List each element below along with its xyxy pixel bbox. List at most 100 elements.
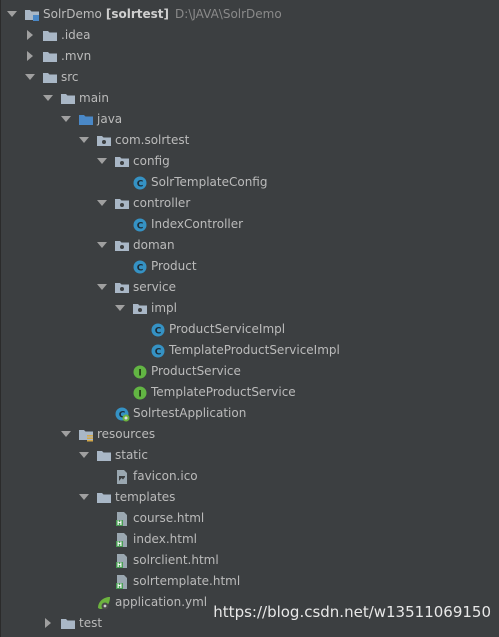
tree-node[interactable]: impl [0, 298, 499, 319]
folder-icon [96, 445, 112, 466]
svg-text:C: C [137, 180, 144, 190]
expand-arrow-down-icon[interactable] [96, 193, 108, 214]
tree-node-label: SolrTemplateConfig [151, 175, 268, 189]
tree-node[interactable]: .mvn [0, 46, 499, 67]
spring-boot-class-icon: C [114, 403, 130, 424]
svg-text:H: H [117, 520, 122, 527]
module-folder-icon [24, 4, 40, 25]
watermark: https://blog.csdn.net/w13511069150 [213, 603, 491, 621]
collapse-arrow-right-icon[interactable] [42, 613, 54, 634]
svg-text:H: H [117, 541, 122, 548]
expand-arrow-down-icon[interactable] [60, 109, 72, 130]
package-icon [114, 151, 130, 172]
tree-node[interactable]: SolrDemo [solrtest] D:\JAVA\SolrDemo [0, 4, 499, 25]
expand-arrow-down-icon[interactable] [78, 487, 90, 508]
tree-node-label: service [133, 280, 176, 294]
folder-icon [60, 613, 76, 634]
class-icon: C [150, 319, 166, 340]
expand-arrow-down-icon[interactable] [114, 298, 126, 319]
module-name: [solrtest] [105, 7, 170, 21]
tree-node[interactable]: Hindex.html [0, 529, 499, 550]
tree-node[interactable]: static [0, 445, 499, 466]
tree-node[interactable]: config [0, 151, 499, 172]
expand-arrow-down-icon[interactable] [24, 67, 36, 88]
tree-node-label: favicon.ico [133, 469, 198, 483]
tree-node[interactable]: service [0, 277, 499, 298]
folder-icon [42, 67, 58, 88]
expand-arrow-down-icon[interactable] [96, 277, 108, 298]
html-file-icon: H [114, 508, 130, 529]
interface-icon: I [132, 361, 148, 382]
expand-arrow-down-icon[interactable] [42, 88, 54, 109]
tree-node-label: application.yml [115, 595, 208, 609]
tree-node[interactable]: templates [0, 487, 499, 508]
tree-node[interactable]: Hsolrclient.html [0, 550, 499, 571]
package-icon [114, 235, 130, 256]
tree-node[interactable]: C Product [0, 256, 499, 277]
collapse-arrow-right-icon[interactable] [24, 46, 36, 67]
expand-arrow-down-icon[interactable] [78, 445, 90, 466]
tree-node[interactable]: main [0, 88, 499, 109]
expand-arrow-down-icon[interactable] [96, 151, 108, 172]
tree-node[interactable]: favicon.ico [0, 466, 499, 487]
tree-node-label: doman [133, 238, 175, 252]
tree-node[interactable]: C TemplateProductServiceImpl [0, 340, 499, 361]
class-icon: C [132, 172, 148, 193]
collapse-arrow-right-icon[interactable] [24, 25, 36, 46]
expand-arrow-down-icon[interactable] [78, 130, 90, 151]
tree-node-label: static [115, 448, 148, 462]
tree-node[interactable]: C SolrtestApplication [0, 403, 499, 424]
tree-node-label: java [97, 112, 123, 126]
expand-arrow-down-icon[interactable] [96, 235, 108, 256]
tree-node[interactable]: controller [0, 193, 499, 214]
tree-node[interactable]: Hsolrtemplate.html [0, 571, 499, 592]
package-icon [114, 277, 130, 298]
tree-node-label: TemplateProductService [151, 385, 296, 399]
tree-node[interactable]: C ProductServiceImpl [0, 319, 499, 340]
expand-arrow-down-icon[interactable] [6, 4, 18, 25]
tree-node-label: IndexController [151, 217, 244, 231]
tree-node-label: solrclient.html [133, 553, 219, 567]
tree-node-label: templates [115, 490, 176, 504]
expand-arrow-down-icon[interactable] [60, 424, 72, 445]
resources-folder-icon [78, 424, 94, 445]
tree-node[interactable]: doman [0, 235, 499, 256]
tree-node[interactable]: com.solrtest [0, 130, 499, 151]
tree-node-label: SolrtestApplication [133, 406, 247, 420]
tree-node[interactable]: resources [0, 424, 499, 445]
tree-node[interactable]: Hcourse.html [0, 508, 499, 529]
svg-text:I: I [138, 390, 141, 400]
tree-node-label: controller [133, 196, 191, 210]
package-icon [96, 130, 112, 151]
source-folder-icon [78, 109, 94, 130]
image-file-icon [114, 466, 130, 487]
tree-node-label: solrtemplate.html [133, 574, 241, 588]
tree-node-label: main [79, 91, 109, 105]
svg-text:H: H [117, 562, 122, 569]
tree-node[interactable]: .idea [0, 25, 499, 46]
tree-node[interactable]: C IndexController [0, 214, 499, 235]
tree-node-label: .mvn [61, 49, 92, 63]
class-icon: C [132, 256, 148, 277]
interface-icon: I [132, 382, 148, 403]
tree-node[interactable]: I ProductService [0, 361, 499, 382]
folder-icon [60, 88, 76, 109]
tree-node-label: course.html [133, 511, 205, 525]
package-icon [114, 193, 130, 214]
html-file-icon: H [114, 571, 130, 592]
tree-node-label: Product [151, 259, 197, 273]
tree-node-label: TemplateProductServiceImpl [169, 343, 340, 357]
folder-icon [96, 487, 112, 508]
svg-text:C: C [137, 222, 144, 232]
svg-text:C: C [137, 264, 144, 274]
folder-icon [42, 46, 58, 67]
tree-node-label: ProductService [151, 364, 241, 378]
project-tree[interactable]: SolrDemo [solrtest] D:\JAVA\SolrDemo .idea.… [0, 0, 499, 637]
tree-node-label: src [61, 70, 79, 84]
tree-node-label: com.solrtest [115, 133, 190, 147]
tree-node[interactable]: I TemplateProductService [0, 382, 499, 403]
tree-node-label: config [133, 154, 170, 168]
tree-node[interactable]: src [0, 67, 499, 88]
tree-node[interactable]: java [0, 109, 499, 130]
tree-node[interactable]: C SolrTemplateConfig [0, 172, 499, 193]
